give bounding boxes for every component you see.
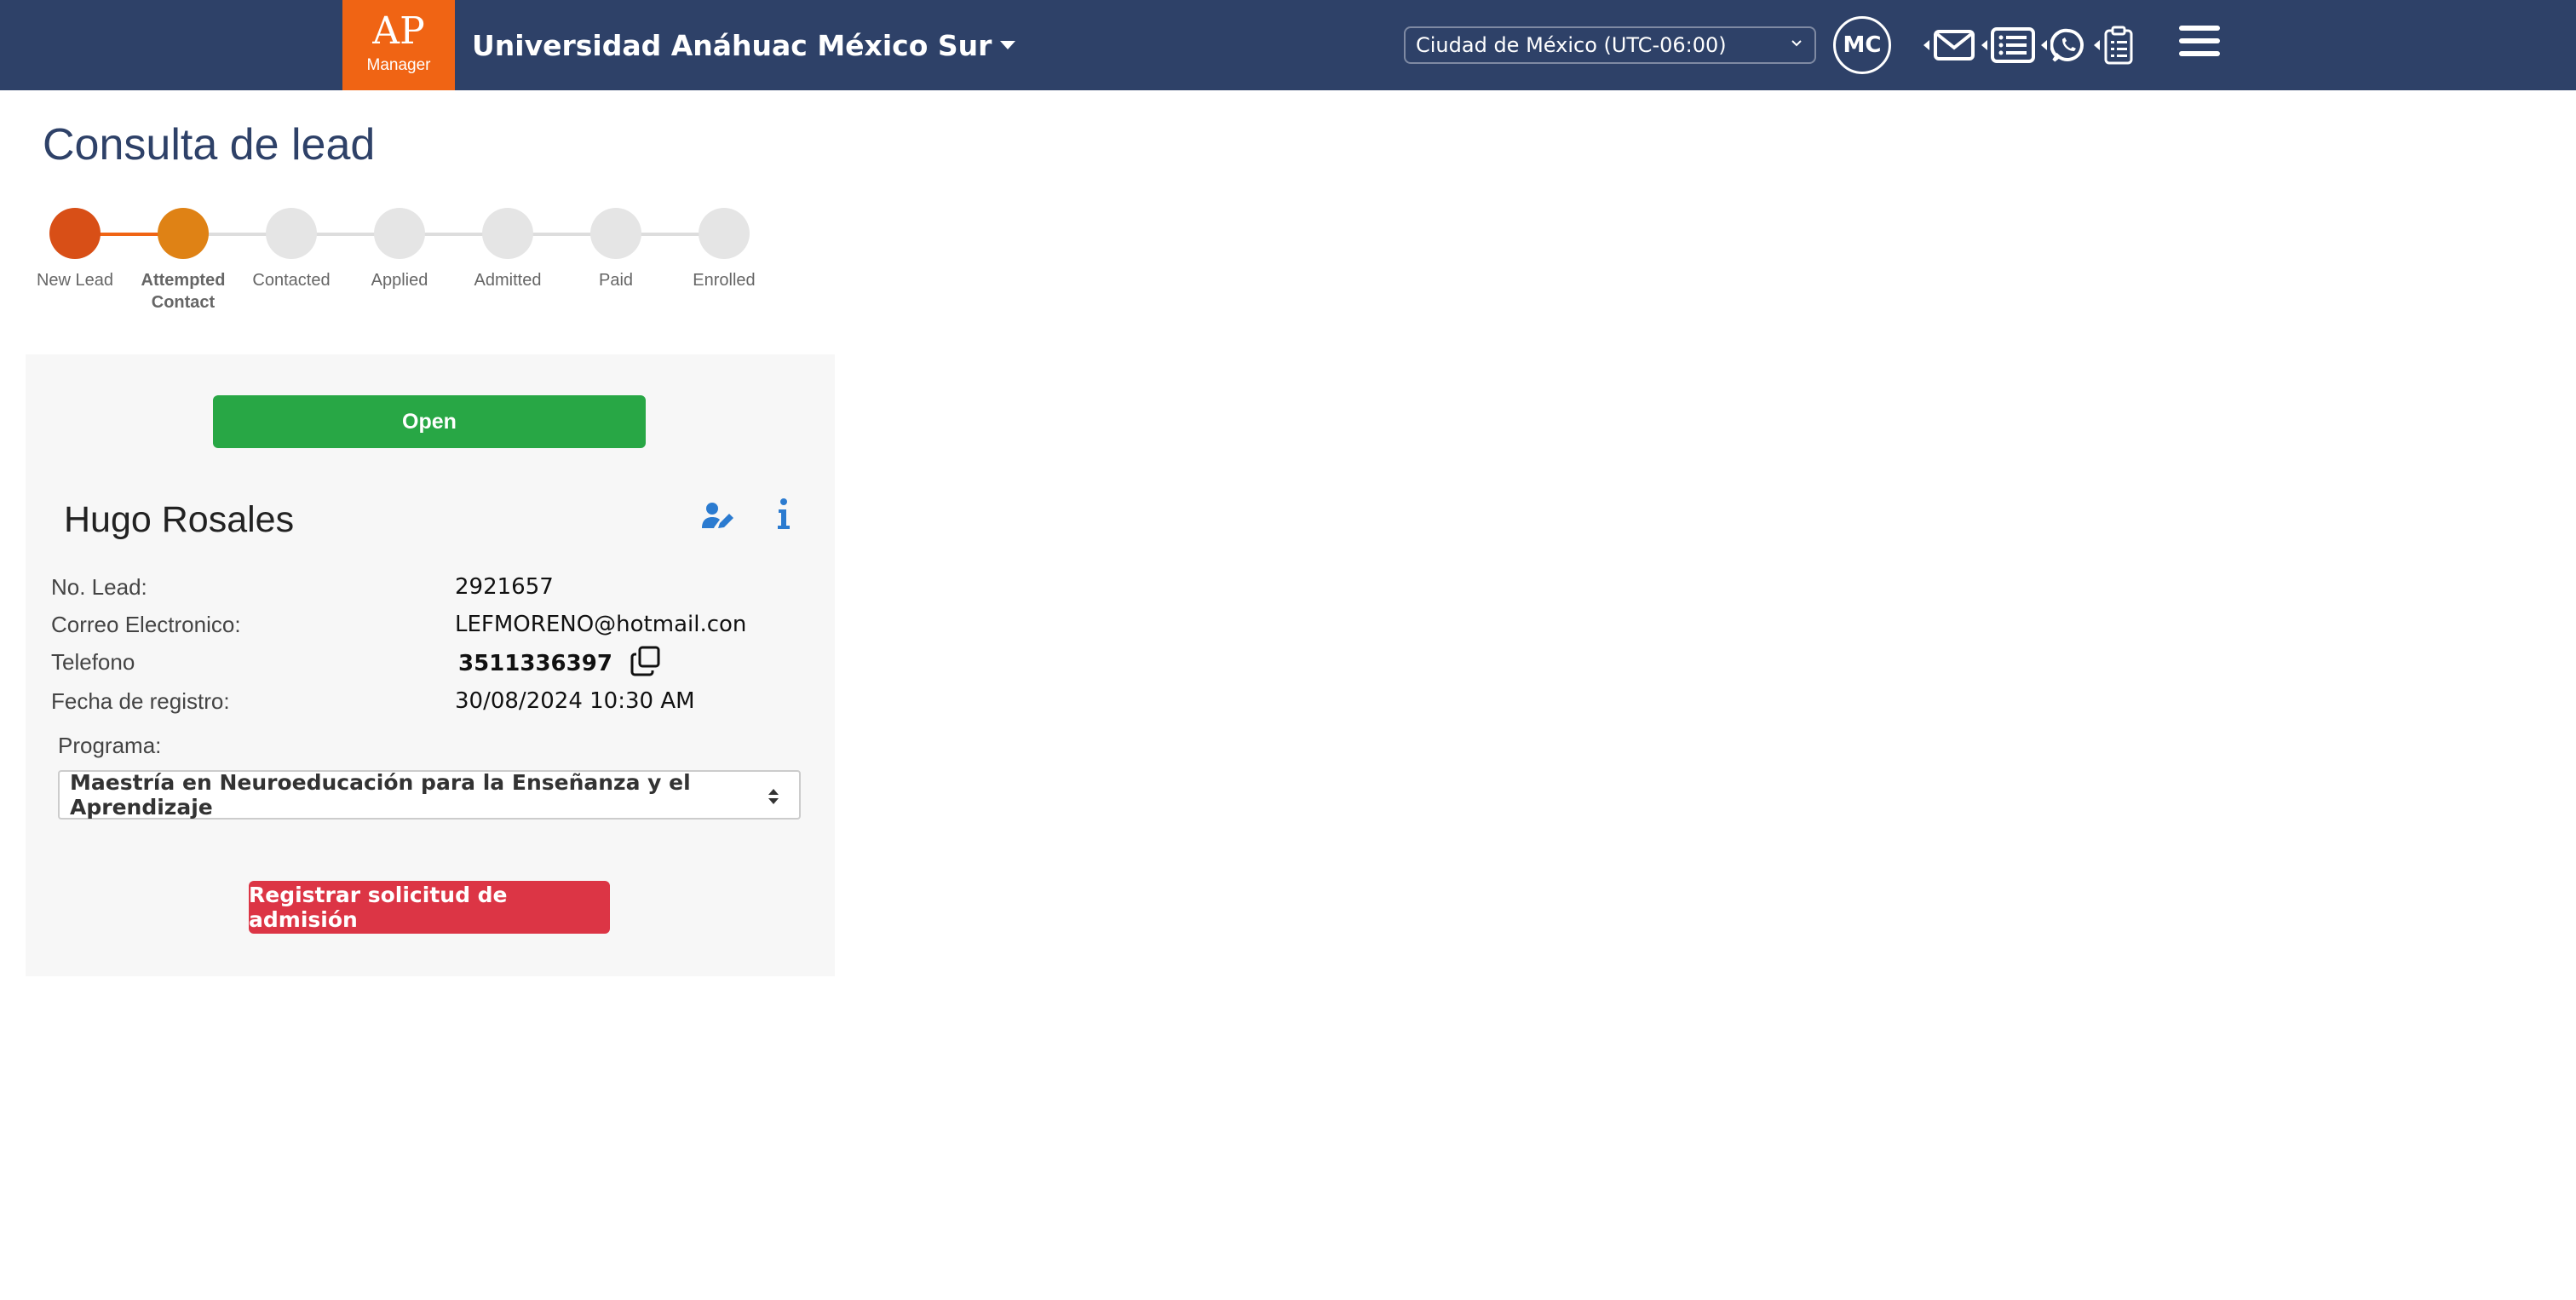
lead-number-label: No. Lead: xyxy=(51,574,147,600)
phone-label: Telefono xyxy=(51,649,135,675)
stepper-dot xyxy=(374,208,425,259)
lead-name: Hugo Rosales xyxy=(64,499,295,540)
top-navbar: AP Manager Universidad Anáhuac México Su… xyxy=(0,0,2576,90)
app-logo[interactable]: AP Manager xyxy=(342,0,455,90)
clipboard-button[interactable] xyxy=(2094,22,2134,68)
mail-icon xyxy=(1934,30,1975,60)
stepper-dot xyxy=(158,208,209,259)
info-icon[interactable] xyxy=(773,498,794,532)
institution-dropdown[interactable]: Universidad Anáhuac México Sur xyxy=(472,24,1016,66)
stepper-dot xyxy=(590,208,641,259)
program-value: Maestría en Neuroeducación para la Enseñ… xyxy=(70,770,691,820)
stepper-label: Enrolled xyxy=(693,271,756,290)
email-label: Correo Electronico: xyxy=(51,612,241,637)
register-admission-button[interactable]: Registrar solicitud de admisión xyxy=(249,881,610,934)
stepper-dot xyxy=(49,208,101,259)
phone-value: 3511336397 xyxy=(458,651,612,676)
triangle-left-icon xyxy=(1981,40,1987,50)
triangle-left-icon xyxy=(2094,40,2100,50)
registration-date-label: Fecha de registro: xyxy=(51,688,230,714)
institution-name: Universidad Anáhuac México Sur xyxy=(472,28,992,62)
whatsapp-icon xyxy=(2050,28,2084,62)
email-value: LEFMORENO@hotmail.con xyxy=(455,612,747,637)
lead-progress-stepper: New Lead Attempted Contact Contacted Applie… xyxy=(37,204,809,324)
page-title: Consulta de lead xyxy=(43,120,376,170)
stepper-label: Applied xyxy=(371,271,428,290)
program-label: Programa: xyxy=(58,733,162,758)
stepper-dot xyxy=(266,208,317,259)
logo-subtext: Manager xyxy=(366,56,431,74)
triangle-left-icon xyxy=(2041,40,2047,50)
list-icon xyxy=(1991,27,2035,63)
lead-card: Open Hugo Rosales No. Lead: 2921657 Corr… xyxy=(26,354,835,976)
stepper-dot xyxy=(482,208,533,259)
stepper-dot xyxy=(699,208,750,259)
triangle-left-icon xyxy=(1923,40,1929,50)
clipboard-icon xyxy=(2104,26,2133,65)
timezone-value: Ciudad de México (UTC-06:00) xyxy=(1416,33,1727,57)
hamburger-menu-icon[interactable] xyxy=(2179,26,2220,61)
stepper-label: Admitted xyxy=(474,271,542,290)
timezone-select[interactable]: Ciudad de México (UTC-06:00) xyxy=(1404,26,1816,64)
chevron-down-icon xyxy=(1791,40,1802,47)
sort-arrows-icon xyxy=(768,789,779,804)
whatsapp-button[interactable] xyxy=(2041,22,2086,68)
avatar-initials: MC xyxy=(1843,32,1882,58)
registration-date-value: 30/08/2024 10:30 AM xyxy=(455,688,695,714)
caret-down-icon xyxy=(1000,41,1016,49)
stepper-label: Contacted xyxy=(252,271,331,290)
edit-user-icon[interactable] xyxy=(701,501,735,532)
stepper-label: Attempted Contact xyxy=(141,271,226,312)
stepper-label: New Lead xyxy=(36,271,114,290)
lead-number-value: 2921657 xyxy=(455,574,554,600)
mail-button[interactable] xyxy=(1923,22,1975,68)
logo-text: AP xyxy=(372,9,425,53)
list-button[interactable] xyxy=(1981,22,2035,68)
stepper-label: Paid xyxy=(598,271,634,290)
status-open-button[interactable]: Open xyxy=(213,395,646,448)
copy-icon[interactable] xyxy=(630,646,661,676)
program-select[interactable]: Maestría en Neuroeducación para la Enseñ… xyxy=(58,770,801,820)
user-avatar[interactable]: MC xyxy=(1833,16,1891,74)
